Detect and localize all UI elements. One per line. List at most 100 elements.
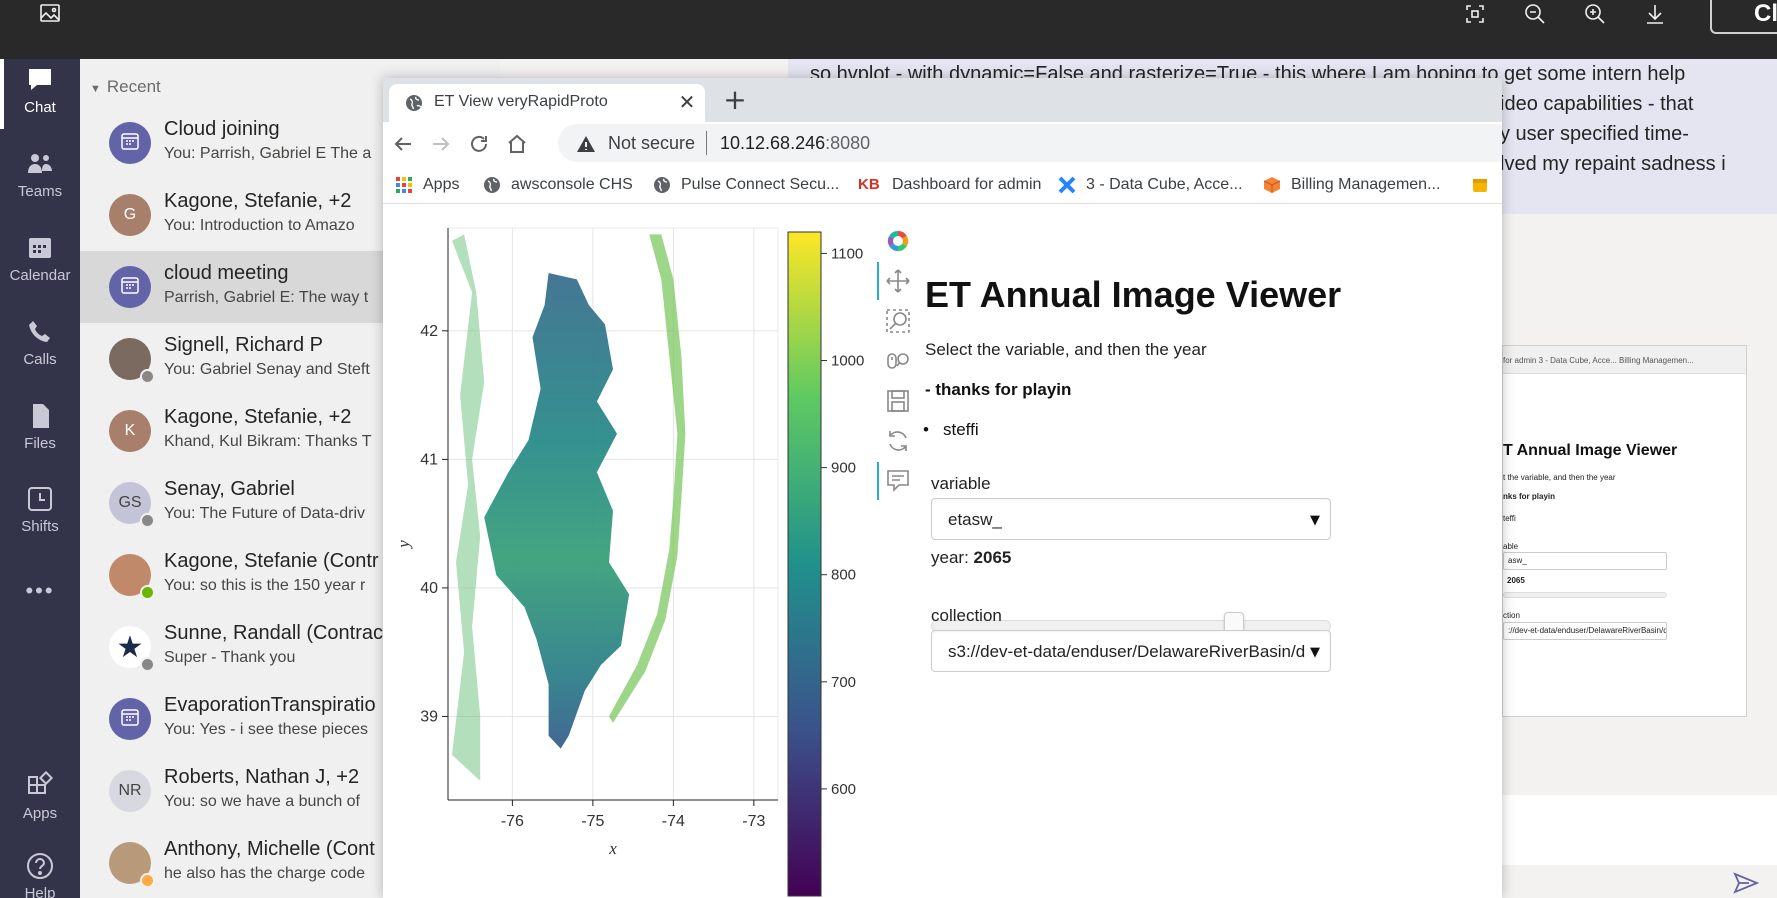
browser-tab[interactable]: ET View veryRapidProto ✕ bbox=[389, 84, 705, 122]
url-host: 10.12.68.246 bbox=[720, 133, 826, 153]
collapse-caret-icon: ▼ bbox=[90, 83, 101, 95]
address-bar[interactable]: Not secure 10.12.68.246:8080 bbox=[558, 124, 1502, 162]
page-subtitle: Select the variable, and then the year bbox=[925, 340, 1207, 359]
presence-status-icon bbox=[140, 873, 155, 888]
box-zoom-icon[interactable] bbox=[885, 308, 911, 334]
recent-section-header[interactable]: ▼ Recent bbox=[90, 77, 161, 97]
chat-icon bbox=[25, 65, 55, 95]
thumb-collection-select: ://dev-et-data/enduser/DelawareRiverBasi… bbox=[1503, 622, 1667, 640]
chat-preview: You: Gabriel Senay and Steft bbox=[164, 361, 370, 378]
bookmark-label: Billing Managemen... bbox=[1291, 176, 1441, 193]
thumb-slider bbox=[1503, 592, 1667, 598]
recent-label: Recent bbox=[106, 77, 161, 96]
presence-status-icon bbox=[140, 657, 155, 672]
reload-icon[interactable] bbox=[467, 132, 491, 156]
rail-item-label: Calls bbox=[23, 351, 57, 368]
rail-item-apps[interactable]: Apps bbox=[0, 765, 80, 835]
image-icon[interactable] bbox=[32, 0, 68, 28]
wheel-zoom-icon[interactable] bbox=[885, 348, 911, 374]
close-tab-icon[interactable]: ✕ bbox=[675, 90, 699, 114]
bookmark-awsconsole[interactable]: awsconsole CHS bbox=[483, 174, 633, 196]
help-icon bbox=[25, 851, 55, 881]
x-tick-label: -74 bbox=[662, 813, 685, 830]
fit-to-screen-icon[interactable] bbox=[1457, 0, 1493, 28]
y-axis-label: y bbox=[394, 540, 413, 550]
clock-icon bbox=[25, 484, 55, 514]
chevron-down-icon: ▼ bbox=[1308, 513, 1322, 528]
chevron-down-icon: ▼ bbox=[1308, 645, 1322, 660]
rail-item-label: Chat bbox=[24, 99, 56, 116]
x-tick-label: -75 bbox=[581, 813, 604, 830]
chat-name: Sunne, Randall (Contrac bbox=[164, 622, 384, 644]
chat-name: Cloud joining bbox=[164, 118, 280, 140]
pan-icon[interactable] bbox=[885, 268, 911, 294]
tab-strip: ET View veryRapidProto ✕ + bbox=[383, 78, 1502, 122]
thumb-title: T Annual Image Viewer bbox=[1503, 442, 1678, 459]
thumb-collection-label: ction bbox=[1503, 611, 1520, 620]
chat-name: cloud meeting bbox=[164, 262, 289, 284]
bookmark-more[interactable] bbox=[1471, 174, 1499, 196]
bokeh-logo-icon[interactable] bbox=[885, 228, 911, 254]
thumb-bullet: teffi bbox=[1503, 514, 1516, 523]
rail-item-shifts[interactable]: Shifts bbox=[0, 478, 80, 548]
compose-box[interactable] bbox=[1502, 795, 1777, 865]
rail-item-calendar[interactable]: Calendar bbox=[0, 227, 80, 297]
aws-box-icon bbox=[1263, 176, 1281, 194]
rail-item-files[interactable]: Files bbox=[0, 395, 80, 465]
browser-toolbar: Not secure 10.12.68.246:8080 bbox=[383, 122, 1502, 164]
back-arrow-icon[interactable] bbox=[391, 132, 415, 156]
bookmark-label: 3 - Data Cube, Acce... bbox=[1086, 176, 1243, 193]
chat-preview: Parrish, Gabriel E: The way t bbox=[164, 289, 369, 306]
chat-preview: You: so we have a bunch of bbox=[164, 793, 360, 810]
presence-status-icon bbox=[140, 369, 155, 384]
rail-item-help[interactable]: Help bbox=[0, 845, 80, 898]
phone-icon bbox=[25, 317, 55, 347]
send-icon[interactable] bbox=[1733, 872, 1760, 894]
jira-icon bbox=[1058, 176, 1076, 194]
year-value: 2065 bbox=[973, 548, 1012, 567]
bookmark-apps[interactable]: Apps bbox=[395, 174, 459, 196]
file-icon bbox=[25, 401, 55, 431]
home-icon[interactable] bbox=[505, 132, 529, 156]
chat-preview: You: Yes - i see these pieces bbox=[164, 721, 368, 738]
globe-icon bbox=[653, 176, 671, 194]
colorbar-tick-label: 800 bbox=[831, 567, 856, 584]
reset-icon[interactable] bbox=[885, 428, 911, 454]
variable-label: variable bbox=[931, 474, 991, 493]
download-icon[interactable] bbox=[1637, 0, 1673, 28]
screenshot-attachment[interactable]: for admin 3 - Data Cube, Acce... Billing… bbox=[1502, 345, 1747, 717]
et-heatmap-plot[interactable]: -76 -75 -74 -73 39 40 41 42 x y 600 700 800 900 1000 11… bbox=[383, 204, 877, 898]
close-viewer-button[interactable]: Close bbox=[1710, 0, 1777, 34]
hover-icon[interactable] bbox=[885, 468, 911, 494]
chat-name: Kagone, Stefanie, +2 bbox=[164, 406, 352, 428]
tab-title: ET View veryRapidProto bbox=[434, 93, 608, 110]
rail-item-calls[interactable]: Calls bbox=[0, 311, 80, 381]
browser-window: ET View veryRapidProto ✕ + Not secure 10… bbox=[383, 78, 1502, 898]
bookmark-datacube[interactable]: 3 - Data Cube, Acce... bbox=[1058, 174, 1243, 196]
y-tick-label: 40 bbox=[420, 580, 438, 597]
zoom-in-icon[interactable] bbox=[1577, 0, 1613, 28]
bookmark-billing[interactable]: Billing Managemen... bbox=[1263, 174, 1440, 196]
variable-select[interactable]: etasw_ ▼ bbox=[931, 498, 1331, 540]
rail-item-teams[interactable]: Teams bbox=[0, 143, 80, 213]
avatar: NR bbox=[109, 770, 151, 812]
avatar: G bbox=[109, 194, 151, 236]
zoom-out-icon[interactable] bbox=[1517, 0, 1553, 28]
kb-icon: KB bbox=[858, 176, 880, 193]
save-icon[interactable] bbox=[885, 388, 911, 414]
rail-more-button[interactable]: ••• bbox=[0, 578, 80, 648]
chat-preview: You: so this is the 150 year r bbox=[164, 577, 366, 594]
not-secure-label: Not secure bbox=[608, 133, 696, 153]
collection-select[interactable]: s3://dev-et-data/enduser/DelawareRiverBa… bbox=[931, 630, 1331, 672]
rail-item-chat[interactable]: Chat bbox=[0, 59, 80, 129]
image-viewer-toolbar: Close bbox=[0, 0, 1777, 59]
rail-item-label: Help bbox=[24, 885, 56, 898]
bookmark-dashboard[interactable]: KB Dashboard for admin bbox=[858, 174, 1041, 196]
new-tab-button[interactable]: + bbox=[721, 86, 749, 114]
collection-value: s3://dev-et-data/enduser/DelawareRiverBa… bbox=[948, 642, 1306, 661]
avatar bbox=[109, 266, 151, 308]
bookmark-label: awsconsole CHS bbox=[511, 176, 633, 193]
bookmark-pulse[interactable]: Pulse Connect Secu... bbox=[653, 174, 839, 196]
forward-arrow-icon[interactable] bbox=[429, 132, 453, 156]
chat-preview: You: Parrish, Gabriel E The a bbox=[164, 145, 372, 162]
